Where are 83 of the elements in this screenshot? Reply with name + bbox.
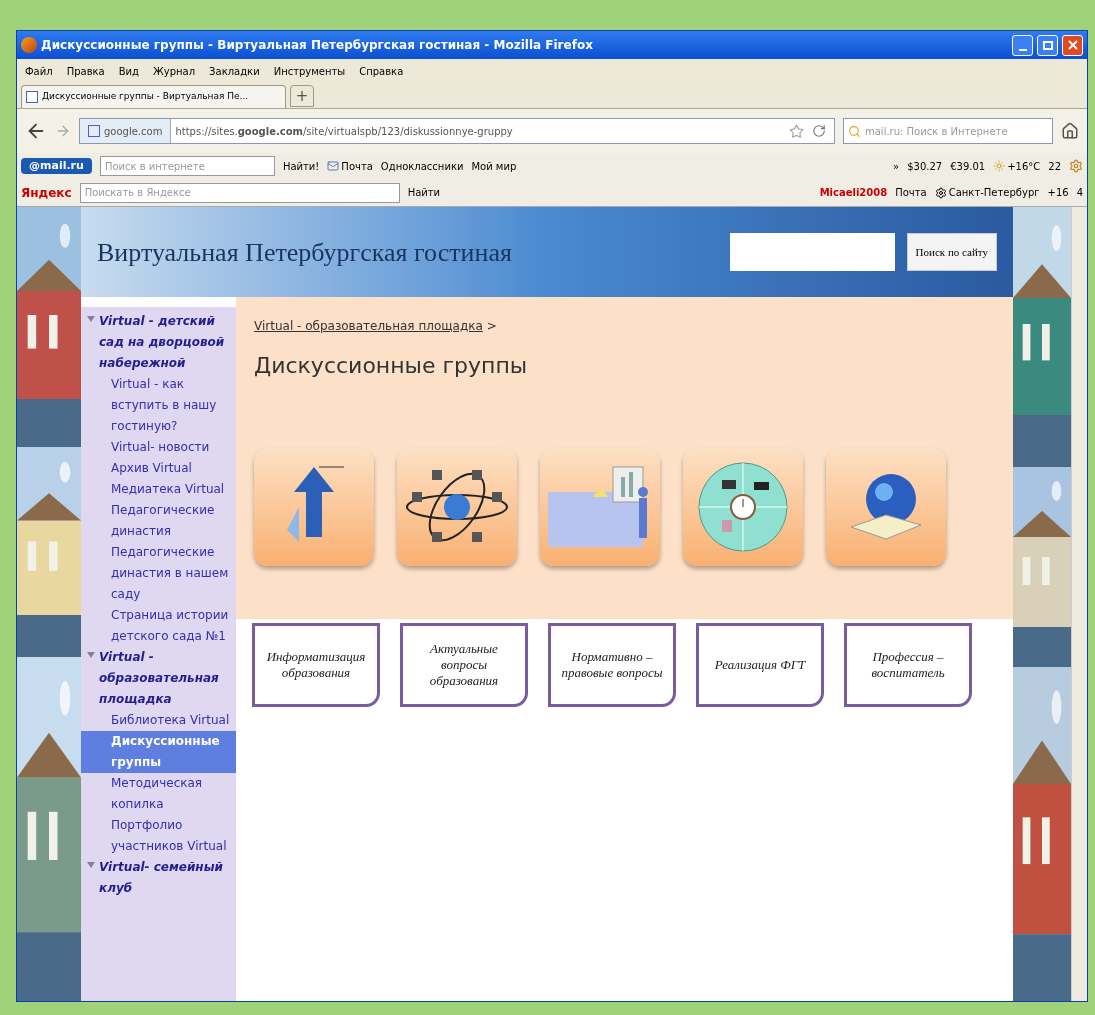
gear-icon xyxy=(934,186,947,199)
sidebar-item[interactable]: Библиотека Virtual xyxy=(81,710,234,731)
sidebar-item[interactable]: Педагогические династия xyxy=(81,500,236,542)
traffic-count: 22 xyxy=(1048,159,1061,174)
user-link[interactable]: Micaeli2008 xyxy=(819,185,888,200)
close-button[interactable] xyxy=(1062,34,1083,56)
note-label: Информатизация образования xyxy=(265,649,367,681)
note-label: Актуальные вопросы образования xyxy=(428,641,500,689)
menu-item[interactable]: Файл xyxy=(25,63,53,79)
weather-text: +16°C xyxy=(993,158,1041,174)
site-identity-button[interactable]: google.com xyxy=(80,119,172,143)
note-card[interactable]: Актуальные вопросы образования xyxy=(400,623,528,707)
breadcrumb-link[interactable]: Virtual - образовательная площадка xyxy=(254,317,483,335)
firefox-icon xyxy=(21,37,37,53)
find-button[interactable]: Найти xyxy=(407,185,441,200)
toolbar-link[interactable]: Почта xyxy=(895,185,927,200)
menu-item[interactable]: Инструменты xyxy=(273,63,346,79)
toolbar-link[interactable]: Мой мир xyxy=(471,158,517,174)
sun-icon xyxy=(993,160,1006,172)
url-text: https://sites.google.com/site/virtualspb/123/diskussionnye-gruppy xyxy=(174,124,514,139)
page-heading: Дискуссионные группы xyxy=(254,352,529,380)
browser-tab[interactable]: Дискуссионные группы - Виртуальная Пе... xyxy=(21,85,286,108)
sidebar-item[interactable]: Virtual - детский сад на дворцовой набережной xyxy=(99,311,236,374)
envelope-icon xyxy=(327,160,340,172)
settings-icon[interactable] xyxy=(1069,159,1083,173)
sidebar-item[interactable]: Педагогические династия в нашем саду xyxy=(81,542,236,605)
menu-item[interactable]: Закладки xyxy=(209,63,260,79)
city-text: Санкт-Петербург xyxy=(934,185,1040,200)
sidebar-item[interactable]: Методическая копилка xyxy=(81,773,236,815)
menu-item[interactable]: Журнал xyxy=(153,63,196,79)
euro-rate: €39.01 xyxy=(950,159,986,174)
chevron-button[interactable]: » xyxy=(893,158,900,174)
window-title: Дискуссионные группы - Виртуальная Петербургская гостиная - Mozilla Firefox xyxy=(41,37,593,54)
find-button[interactable]: Найти! xyxy=(282,158,320,174)
toolbar-link[interactable]: Одноклассники xyxy=(380,158,464,174)
note-label: Реализация ФГТ xyxy=(714,657,806,673)
site-title: Виртуальная Петербургская гостиная xyxy=(97,236,513,269)
tile-button[interactable] xyxy=(683,448,803,566)
tile-button[interactable] xyxy=(540,448,660,566)
sidebar-item[interactable]: Virtual - как вступить в нашу гостиную? xyxy=(81,374,236,437)
note-label: Профессия – воспитатель xyxy=(870,649,946,681)
sidebar-item[interactable]: Virtual - образовательная площадка xyxy=(99,647,236,710)
menu-item[interactable]: Правка xyxy=(66,63,105,79)
note-label: Нормативно – правовые вопросы xyxy=(560,649,664,681)
new-tab-button[interactable]: + xyxy=(290,85,314,107)
toolbar-link[interactable]: Почта xyxy=(327,158,373,174)
menu-item[interactable]: Вид xyxy=(118,63,139,79)
sidebar-item[interactable]: Страница истории детского сада №1 xyxy=(81,605,236,647)
count-text: 4 xyxy=(1076,186,1083,200)
note-card[interactable]: Реализация ФГТ xyxy=(696,623,824,707)
breadcrumb-separator: > xyxy=(486,318,497,335)
mail-ru-logo: @mail.ru xyxy=(21,157,92,175)
sidebar-item[interactable]: Virtual- семейный клуб xyxy=(99,857,236,899)
mail-search-field[interactable]: Поиск в интернете xyxy=(99,156,275,176)
clock-icon xyxy=(695,459,791,555)
yandex-search-field[interactable]: Поискать в Яндексе xyxy=(79,182,400,203)
home-button[interactable] xyxy=(1061,122,1079,140)
tile-button[interactable] xyxy=(397,448,517,566)
note-card[interactable]: Профессия – воспитатель xyxy=(844,623,972,707)
search-icon xyxy=(848,124,861,138)
maximize-button[interactable] xyxy=(1037,34,1058,56)
search-input[interactable]: mail.ru: Поиск в Интернете xyxy=(865,123,1048,139)
tile-button[interactable] xyxy=(826,448,946,566)
sidebar-item[interactable]: Virtual- новости xyxy=(81,437,214,458)
minimize-button[interactable] xyxy=(1012,34,1033,56)
dollar-rate: $30.27 xyxy=(907,159,943,174)
sidebar-item[interactable]: Дискуссионные группы xyxy=(81,731,236,773)
note-card[interactable]: Нормативно – правовые вопросы xyxy=(548,623,676,707)
bookmark-star-icon[interactable] xyxy=(789,123,804,139)
reload-button[interactable] xyxy=(812,124,826,138)
site-search-field[interactable] xyxy=(729,233,895,271)
menu-item[interactable]: Справка xyxy=(359,63,404,79)
yandex-logo: Яндекс xyxy=(21,184,72,202)
sidebar-item[interactable]: Медиатека Virtual xyxy=(81,479,229,500)
address-bar[interactable]: google.com https://sites.google.com/site/virtualspb/123/diskussionnye-gruppy xyxy=(79,118,835,144)
tile-button[interactable] xyxy=(254,448,374,566)
search-bar[interactable]: mail.ru: Поиск в Интернете xyxy=(843,118,1053,144)
temperature-text: +16 xyxy=(1047,186,1069,200)
close-icon xyxy=(1067,40,1078,50)
sidebar-item[interactable]: Портфолио участников Virtual xyxy=(81,815,236,857)
note-card[interactable]: Информатизация образования xyxy=(252,623,380,707)
sidebar-item[interactable]: Архив Virtual xyxy=(81,458,196,479)
site-search-button[interactable]: Поиск по сайту xyxy=(906,233,997,271)
